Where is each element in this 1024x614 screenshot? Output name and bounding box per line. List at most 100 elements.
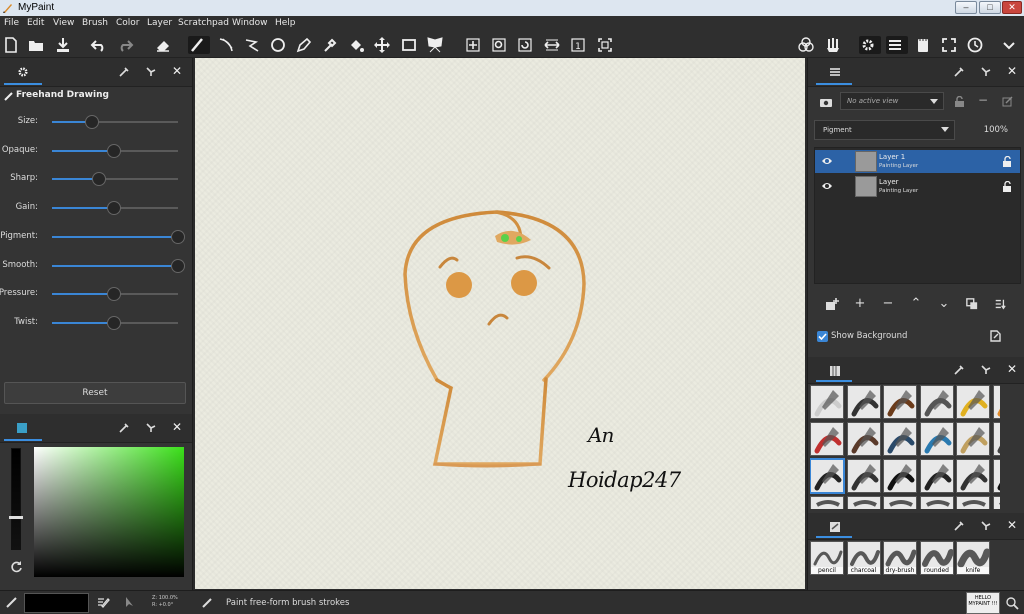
- brush-preset-pencil[interactable]: pencil: [810, 541, 844, 575]
- menu-view[interactable]: View: [53, 18, 74, 28]
- duplicate-layer-icon[interactable]: [962, 294, 982, 314]
- brush-preset[interactable]: [956, 496, 990, 509]
- slider-track[interactable]: [52, 201, 178, 216]
- brush-preset-spiral[interactable]: [992, 422, 1000, 456]
- reset-view-icon[interactable]: 1: [569, 36, 587, 54]
- slider-track[interactable]: [52, 229, 185, 244]
- brush-preset-pen-black[interactable]: [883, 459, 917, 493]
- slider-track[interactable]: [52, 143, 178, 158]
- detach-panel-icon[interactable]: [118, 66, 130, 78]
- background-settings-icon[interactable]: [990, 330, 1001, 342]
- move-icon[interactable]: [373, 36, 391, 54]
- slider-track[interactable]: [52, 315, 178, 330]
- brush-settings-icon[interactable]: [824, 36, 842, 54]
- freehand-brush-icon[interactable]: [188, 36, 210, 54]
- move-layer-up-icon[interactable]: ⌃: [906, 294, 926, 314]
- brush-preset-marker[interactable]: [846, 459, 881, 493]
- detach-panel-icon[interactable]: [953, 520, 965, 532]
- value-slider[interactable]: [11, 448, 21, 550]
- brush-preset-charcoal[interactable]: charcoal: [846, 541, 881, 575]
- fill-icon[interactable]: [347, 36, 365, 54]
- brush-preset-yellow-stroke[interactable]: [956, 385, 990, 419]
- close-button[interactable]: ✕: [1002, 1, 1022, 14]
- menu-layer[interactable]: Layer: [147, 18, 172, 28]
- move-layer-down-icon[interactable]: ⌄: [934, 294, 954, 314]
- eraser-icon[interactable]: [154, 36, 172, 54]
- brush-preset-dry-brush[interactable]: dry-brush: [883, 541, 917, 575]
- zoom-icon[interactable]: [490, 36, 508, 54]
- brush-preset[interactable]: [992, 496, 1000, 509]
- panel-options-icon[interactable]: [980, 520, 992, 532]
- brush-preset-blot-black[interactable]: [992, 459, 1000, 493]
- lasso-icon[interactable]: [243, 36, 261, 54]
- edit-brush-icon[interactable]: [97, 596, 110, 608]
- brush-preset-hello-mypaint[interactable]: [810, 458, 845, 494]
- brush-preset[interactable]: [846, 496, 881, 509]
- visibility-eye-icon[interactable]: [821, 156, 833, 166]
- saturation-value-square[interactable]: [34, 447, 184, 577]
- brush-preset-sponge[interactable]: [956, 422, 990, 456]
- view-combo[interactable]: No active view: [840, 92, 944, 110]
- ellipse-icon[interactable]: [269, 36, 287, 54]
- fit-view-icon[interactable]: [596, 36, 614, 54]
- slider-track[interactable]: [52, 287, 178, 302]
- edit-view-icon[interactable]: [1002, 96, 1013, 107]
- maximize-button[interactable]: □: [979, 1, 1001, 14]
- unlock-icon[interactable]: [1002, 181, 1012, 192]
- brush-preset-blob[interactable]: [956, 459, 990, 493]
- preferences-icon[interactable]: [859, 36, 881, 54]
- slider-handle[interactable]: [106, 315, 121, 330]
- open-document-icon[interactable]: [27, 36, 45, 54]
- brush-preset-dry-squiggle[interactable]: [919, 385, 954, 419]
- detach-panel-icon[interactable]: [953, 66, 965, 78]
- tab-brushes[interactable]: [816, 359, 852, 382]
- slider-handle[interactable]: [106, 201, 121, 216]
- brush-preset-pencil-light[interactable]: [810, 385, 844, 419]
- add-layer-button[interactable]: +: [850, 294, 870, 314]
- tab-tool-options[interactable]: [4, 60, 42, 85]
- save-icon[interactable]: [54, 36, 72, 54]
- drawing-canvas[interactable]: An Hoidap247: [195, 58, 805, 589]
- slider-handle[interactable]: [106, 143, 121, 158]
- brush-preset[interactable]: [883, 496, 917, 509]
- panel-options-icon[interactable]: [980, 364, 992, 376]
- fullscreen-icon[interactable]: [940, 36, 958, 54]
- brush-preset-blue-drop[interactable]: [919, 422, 954, 456]
- close-panel-icon[interactable]: ✕: [172, 420, 182, 434]
- brush-preset-red-brush[interactable]: [810, 422, 844, 456]
- mirror-icon[interactable]: [543, 36, 561, 54]
- menu-color[interactable]: Color: [116, 18, 140, 28]
- rotate-icon[interactable]: [516, 36, 534, 54]
- pointer-icon[interactable]: [124, 596, 135, 608]
- layer-row[interactable]: Layer Painting Layer: [815, 175, 1020, 198]
- slider-handle[interactable]: [91, 172, 106, 187]
- brush-preset-charcoal-squiggle[interactable]: [846, 385, 881, 419]
- layer-row[interactable]: Layer 1 Painting Layer: [815, 150, 1020, 173]
- slider-handle[interactable]: [106, 287, 121, 302]
- brush-history-icon[interactable]: [1005, 596, 1019, 610]
- camera-icon[interactable]: [820, 97, 832, 107]
- scratchpad-icon[interactable]: [914, 36, 932, 54]
- add-layer-group-icon[interactable]: [822, 294, 842, 314]
- brush-preset-water-drop[interactable]: [883, 422, 917, 456]
- symmetry-icon[interactable]: [426, 36, 444, 54]
- brush-preset-brush-black[interactable]: [919, 459, 954, 493]
- close-panel-icon[interactable]: ✕: [1007, 362, 1017, 376]
- new-document-icon[interactable]: [2, 36, 20, 54]
- menu-edit[interactable]: Edit: [27, 18, 44, 28]
- layer-properties-icon[interactable]: [990, 294, 1010, 314]
- brush-preset-knife[interactable]: knife: [956, 541, 990, 575]
- minimize-button[interactable]: –: [955, 1, 977, 14]
- layer-opacity[interactable]: 100%: [968, 125, 1008, 135]
- panel-options-icon[interactable]: [145, 422, 157, 434]
- brush-preset-ink-pen[interactable]: [883, 385, 917, 419]
- menu-window[interactable]: Window: [232, 18, 268, 28]
- brush-preset[interactable]: [919, 496, 954, 509]
- pan-icon[interactable]: [464, 36, 482, 54]
- color-mixer-icon[interactable]: [797, 36, 815, 54]
- brush-preset-rounded[interactable]: rounded: [919, 541, 954, 575]
- menu-scratchpad[interactable]: Scratchpad: [178, 18, 229, 28]
- show-background-checkbox[interactable]: [817, 331, 828, 342]
- pen-icon[interactable]: [295, 36, 313, 54]
- slider-handle[interactable]: [85, 115, 100, 129]
